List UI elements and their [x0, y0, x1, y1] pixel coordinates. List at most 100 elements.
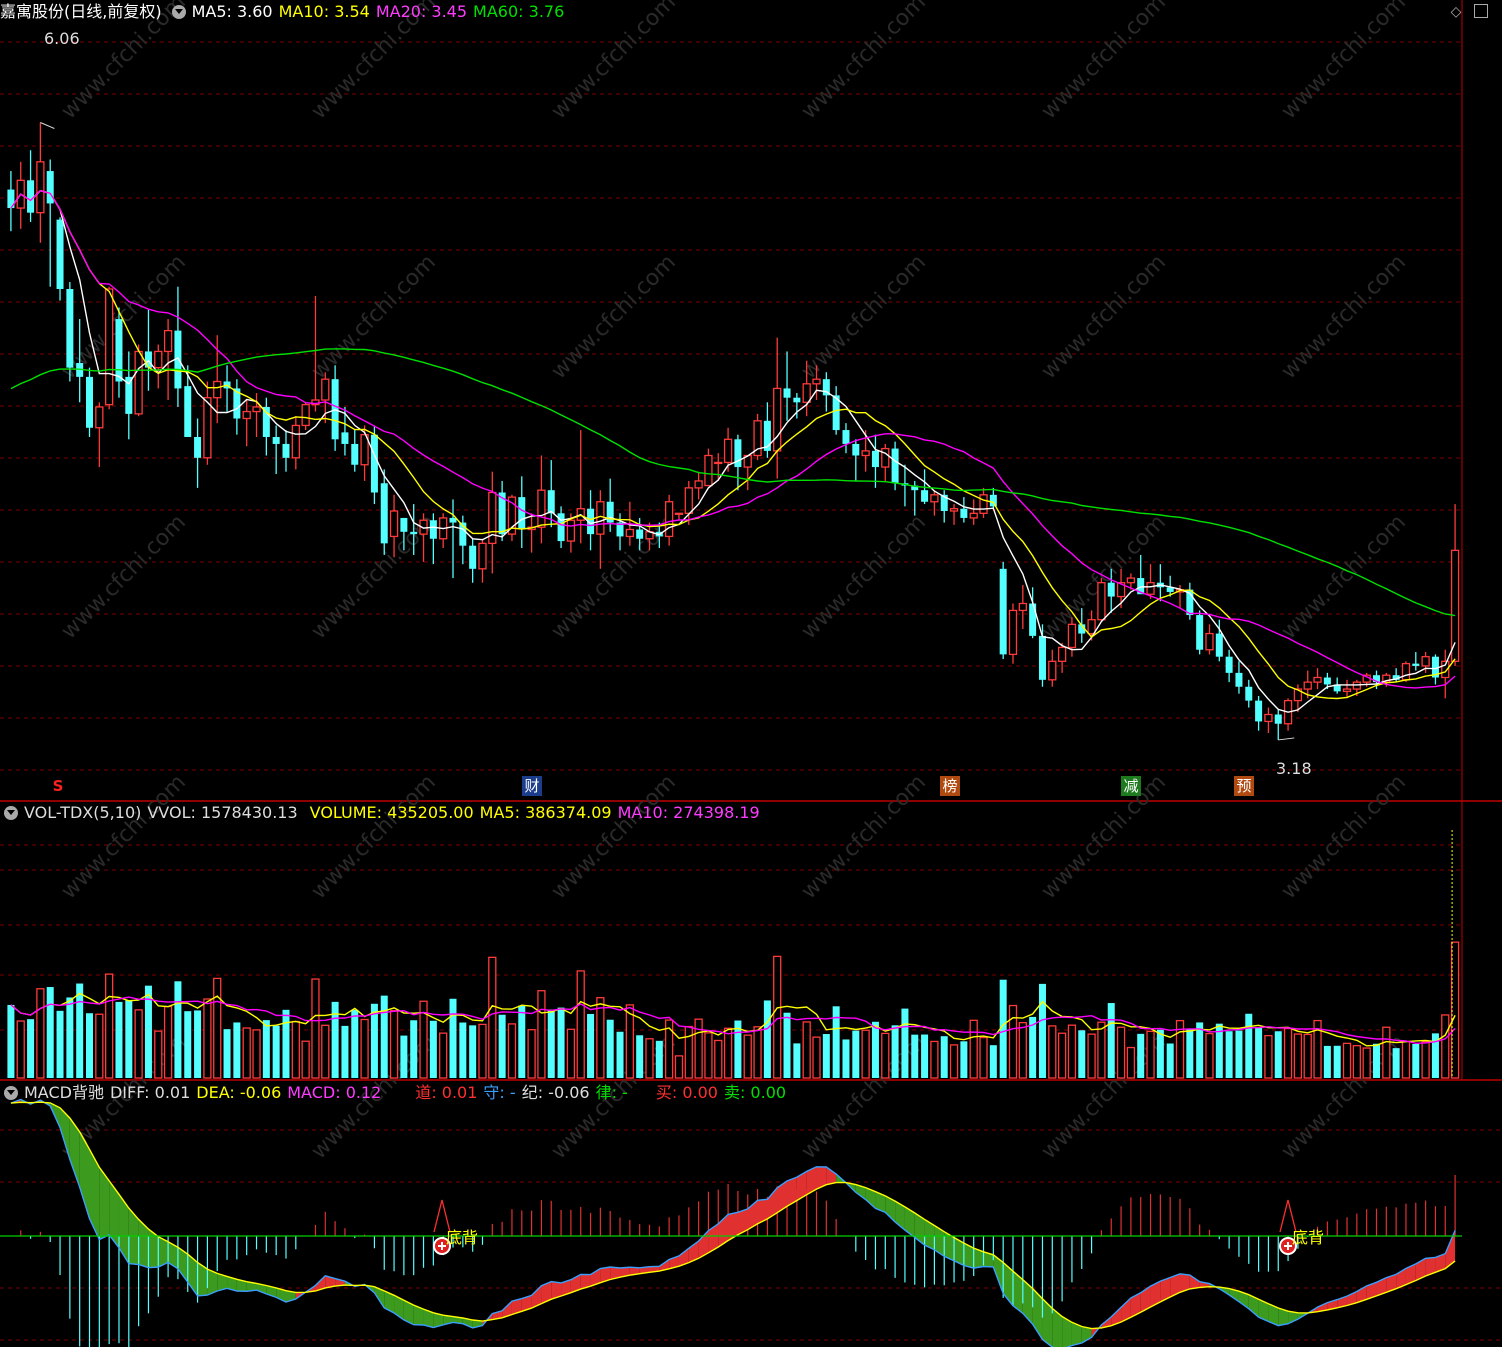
- volume-bar: [1352, 1045, 1361, 1079]
- candle-body: [341, 432, 349, 444]
- candle-body: [547, 490, 555, 514]
- stock-chart-canvas[interactable]: www.cfchi.com www.cfchi.com www.cfchi.com w…: [0, 0, 1502, 1347]
- volume-bar: [233, 1022, 241, 1078]
- volume-bar: [184, 1011, 192, 1078]
- candle-body: [734, 439, 742, 468]
- volume-bar: [360, 1018, 369, 1079]
- vol-indicator-name[interactable]: VOL-TDX(5,10): [24, 801, 141, 825]
- volume-bar: [606, 1019, 614, 1078]
- candle-body: [262, 406, 270, 437]
- candle-body: [1087, 619, 1096, 635]
- volume-bar: [655, 1040, 663, 1078]
- volume-bar: [1126, 1046, 1136, 1079]
- volume-bar: [587, 1013, 595, 1078]
- divergence-label-1: 底背: [446, 1228, 479, 1247]
- volume-bar: [194, 1010, 202, 1078]
- candle-body: [1313, 676, 1322, 683]
- candle-body: [1107, 582, 1115, 597]
- candle-body: [1401, 662, 1411, 681]
- volume-value: VOLUME: 435205.00: [309, 803, 474, 822]
- ma20-value: MA20: 3.45: [375, 2, 468, 21]
- volume-bar: [547, 1009, 555, 1078]
- volume-bar: [478, 1023, 487, 1079]
- volume-bar: [1342, 1042, 1352, 1079]
- volume-bar: [911, 1034, 919, 1078]
- candle-body: [930, 494, 939, 503]
- candle-body: [429, 520, 437, 539]
- candle-body: [664, 501, 674, 538]
- vvol-value: VVOL: 1578430.13: [147, 803, 298, 822]
- macd-fill: [1189, 1274, 1200, 1289]
- candle-body: [242, 410, 251, 420]
- volume-bar: [1264, 1034, 1273, 1079]
- candle-body: [1057, 646, 1067, 662]
- candle-body: [802, 383, 811, 403]
- volume-bar: [1038, 983, 1046, 1078]
- watermark: www.cfchi.com: [1277, 250, 1411, 384]
- volume-bar: [1008, 1004, 1018, 1079]
- indicator-dropdown-icon[interactable]: [171, 5, 186, 19]
- low-marker-arrow: [1278, 737, 1295, 741]
- forecast-marker[interactable]: 预: [1234, 776, 1254, 796]
- macd-dropdown-icon[interactable]: [4, 1086, 18, 1100]
- financial-marker[interactable]: 财: [522, 776, 542, 796]
- volume-bar: [469, 1025, 477, 1078]
- candle-body: [351, 443, 359, 465]
- s-marker[interactable]: S: [48, 776, 68, 796]
- candle-body: [1008, 609, 1018, 656]
- candle-body: [704, 454, 713, 487]
- volume-bar: [439, 1032, 448, 1079]
- candle-body: [469, 545, 477, 569]
- candle-body: [773, 387, 782, 452]
- watermark: www.cfchi.com: [1037, 770, 1171, 904]
- volume-bar: [56, 1010, 64, 1078]
- shou-value: 守: -: [483, 1083, 516, 1102]
- volume-bar: [1097, 1021, 1106, 1079]
- volume-bar: [321, 1024, 330, 1079]
- candle-body: [714, 461, 723, 465]
- vol-ma5-value: MA5: 386374.09: [479, 803, 612, 822]
- volume-bar: [881, 1032, 890, 1079]
- volume-bar: [1018, 1021, 1027, 1079]
- volume-bar: [1166, 1043, 1174, 1078]
- volume-bar: [1156, 1029, 1164, 1078]
- reduction-marker[interactable]: 减: [1121, 776, 1141, 796]
- candle-body: [291, 424, 300, 459]
- volume-bar: [410, 1020, 418, 1078]
- candle-body: [1146, 582, 1155, 595]
- candle-body: [203, 397, 212, 459]
- candle-body: [518, 497, 526, 530]
- candle-body: [66, 289, 74, 368]
- lv-value: 律: -: [595, 1083, 628, 1102]
- window-toggle-icon[interactable]: [1474, 4, 1488, 18]
- candle-body: [861, 450, 870, 457]
- candle-body: [537, 489, 546, 528]
- candle-body: [1264, 713, 1273, 723]
- volume-bar: [596, 997, 605, 1079]
- candle-body: [723, 438, 733, 464]
- volume-bar: [291, 1020, 300, 1079]
- diff-value: DIFF: 0.01: [109, 1083, 191, 1102]
- volume-bar: [1421, 1041, 1430, 1079]
- diamond-icon[interactable]: ◇: [1448, 4, 1464, 20]
- ranking-marker[interactable]: 榜: [940, 776, 960, 796]
- volume-bar: [76, 983, 84, 1078]
- macd-fill: [118, 1194, 129, 1264]
- stock-title[interactable]: 嘉寓股份(日线,前复权): [0, 0, 162, 24]
- vol-ma10-value: MA10: 274398.19: [617, 803, 760, 822]
- volume-bar: [969, 1019, 978, 1079]
- candle-body: [852, 443, 860, 456]
- candle-body: [1342, 688, 1352, 693]
- volume-dropdown-icon[interactable]: [4, 806, 18, 820]
- volume-bar: [272, 1025, 280, 1078]
- volume-bar: [861, 1029, 870, 1079]
- volume-bar: [389, 1010, 399, 1079]
- candle-body: [301, 403, 310, 427]
- volume-bar: [1283, 1027, 1293, 1079]
- macd-value: MACD: 0.12: [287, 1083, 382, 1102]
- volume-bar: [459, 1022, 467, 1078]
- candle-body: [842, 430, 850, 444]
- macd-indicator-name[interactable]: MACD背驰: [24, 1081, 104, 1105]
- candle-body: [95, 406, 104, 429]
- volume-bar: [1401, 1040, 1411, 1079]
